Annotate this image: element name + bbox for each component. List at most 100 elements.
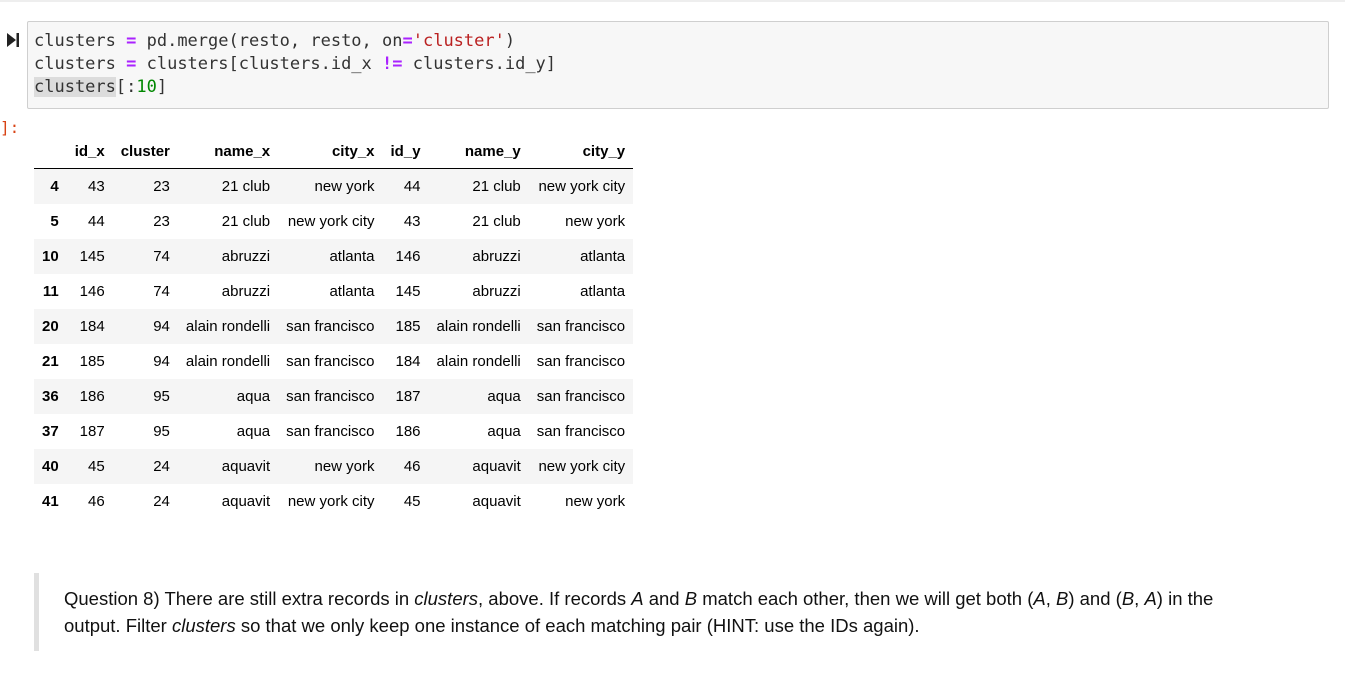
table-cell: 186 (395, 423, 421, 440)
table-cell: alain rondelli (436, 318, 521, 335)
row-index: 20 (42, 318, 59, 335)
table-cell: 45 (403, 493, 421, 510)
emphasis-text: B (1056, 588, 1069, 609)
code-token: clusters[clusters.id_x (136, 54, 383, 74)
table-cell: 184 (395, 353, 421, 370)
code-cell-input[interactable]: clusters = pd.merge(resto, resto, on='cl… (27, 21, 1329, 109)
table-row: 20 184 94 alain rondelli san francisco 185 ala… (34, 309, 634, 344)
table-cell: new york city (287, 493, 375, 510)
index-header (34, 134, 67, 169)
table-cell: 44 (88, 213, 105, 230)
table-cell: san francisco (536, 423, 626, 440)
code-token: clusters (34, 54, 127, 74)
table-cell: 74 (153, 248, 170, 265)
markdown-cell[interactable]: Question 8) There are still extra record… (34, 573, 1254, 651)
text-run: match each other, then we will get both … (697, 588, 1034, 609)
table-row: 41 46 24 aquavit new york city 45 aquavit new y… (34, 484, 634, 519)
table-cell: 24 (153, 458, 170, 475)
table-cell: 145 (79, 248, 105, 265)
code-line: clusters = pd.merge(resto, resto, on='cl… (34, 30, 556, 53)
row-index: 4 (50, 178, 59, 195)
row-index: 5 (50, 213, 59, 230)
row-index: 40 (42, 458, 59, 475)
row-index: 37 (42, 423, 59, 440)
row-index: 21 (42, 353, 59, 370)
code-token: ] (156, 77, 168, 97)
table-cell: aquavit (472, 458, 521, 475)
column-header: name_y (428, 134, 529, 169)
table-header-row: id_x cluster name_x city_x id_y name_y city_y (34, 134, 634, 169)
row-index: 36 (42, 388, 59, 405)
table-row: 37 187 95 aqua san francisco 186 aqua san franc… (34, 414, 634, 449)
table-cell: san francisco (536, 353, 626, 370)
text-run: so that we only keep one instance of eac… (235, 615, 920, 636)
code-line: clusters[:10] (34, 76, 556, 99)
emphasis-text: B (1121, 588, 1135, 609)
code-token: clusters (34, 31, 127, 51)
code-token: = (126, 31, 137, 51)
table-cell: san francisco (286, 353, 375, 370)
table-cell: abruzzi (221, 283, 271, 300)
table-cell: atlanta (329, 283, 375, 300)
table-cell: 45 (88, 458, 105, 475)
table-cell: san francisco (536, 388, 626, 405)
table-cell: abruzzi (472, 283, 521, 300)
table-cell: 146 (395, 248, 421, 265)
table-cell: new york (314, 178, 375, 195)
emphasis-text: clusters (414, 588, 479, 609)
code-token: ) (504, 31, 516, 51)
table-cell: alain rondelli (436, 353, 521, 370)
table-cell: abruzzi (472, 248, 521, 265)
column-header: city_x (278, 134, 383, 169)
table-cell: 187 (79, 423, 105, 440)
top-strip (0, 0, 1345, 2)
table-cell: alain rondelli (185, 353, 271, 370)
code-token: = (126, 54, 137, 74)
text-run: , (1045, 588, 1056, 609)
table-cell: 95 (153, 423, 170, 440)
table-row: 36 186 95 aqua san francisco 187 aqua san franc… (34, 379, 634, 414)
emphasis-text: B (684, 588, 698, 609)
table-cell: 21 club (472, 213, 521, 230)
text-run: , (1134, 588, 1145, 609)
table-cell: 23 (153, 178, 170, 195)
table-row: 40 45 24 aquavit new york 46 aquavit new york c… (34, 449, 634, 484)
emphasis-text: A (1033, 588, 1046, 609)
table-cell: san francisco (536, 318, 626, 335)
table-cell: aqua (236, 423, 271, 440)
table-cell: alain rondelli (185, 318, 271, 335)
row-index: 41 (42, 493, 59, 510)
table-cell: 184 (79, 318, 105, 335)
emphasis-text: A (1144, 588, 1157, 609)
table-cell: san francisco (286, 318, 375, 335)
column-header: cluster (112, 134, 178, 169)
table-cell: new york city (287, 213, 375, 230)
table-cell: 46 (88, 493, 105, 510)
row-index: 11 (42, 283, 59, 300)
column-header: id_y (382, 134, 429, 169)
table-cell: new york city (538, 458, 626, 475)
table-cell: abruzzi (221, 248, 271, 265)
dataframe-table: id_x cluster name_x city_x id_y name_y city_y … (34, 134, 634, 519)
table-cell: atlanta (329, 248, 375, 265)
table-cell: aqua (236, 388, 271, 405)
table-cell: 94 (153, 353, 170, 370)
code-line: clusters = clusters[clusters.id_x != clu… (34, 53, 556, 76)
table-cell: 46 (403, 458, 421, 475)
table-cell: aquavit (221, 458, 271, 475)
table-cell: 44 (403, 178, 421, 195)
table-cell: 43 (88, 178, 105, 195)
question-text: Question 8) There are still extra record… (64, 585, 1254, 639)
table-cell: 94 (153, 318, 170, 335)
table-cell: 186 (79, 388, 105, 405)
code-editor[interactable]: clusters = pd.merge(resto, resto, on='cl… (34, 30, 556, 99)
table-row: 11 146 74 abruzzi atlanta 145 abruzzi atlanta (34, 274, 634, 309)
table-row: 21 185 94 alain rondelli san francisco 184 ala… (34, 344, 634, 379)
code-token: 'cluster' (412, 31, 505, 51)
table-cell: san francisco (286, 388, 375, 405)
table-cell: 187 (395, 388, 421, 405)
table-cell: 74 (153, 283, 170, 300)
table-row: 4 43 23 21 club new york 44 21 club new york ci… (34, 168, 634, 204)
run-cell-icon[interactable] (6, 32, 20, 48)
text-run: Question 8) There are still extra record… (64, 588, 415, 609)
